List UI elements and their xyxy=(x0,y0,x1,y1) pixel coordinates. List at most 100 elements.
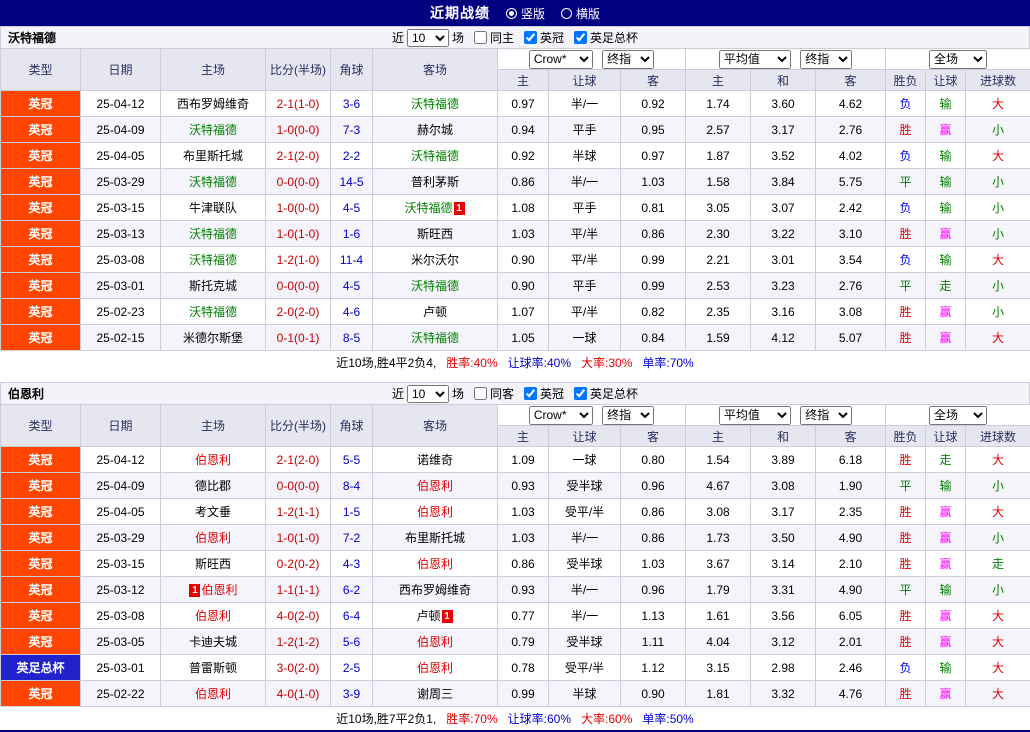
match-score[interactable]: 2-1(2-0) xyxy=(266,143,331,169)
team-link[interactable]: 米德尔斯堡 xyxy=(183,331,243,345)
team-link[interactable]: 伯恩利 xyxy=(201,583,237,597)
team-link[interactable]: 布里斯托城 xyxy=(405,531,465,545)
match-score[interactable]: 1-1(1-1) xyxy=(266,577,331,603)
average-stage-select[interactable]: 终指 xyxy=(800,406,852,425)
goals-result: 大 xyxy=(966,655,1030,681)
team-link[interactable]: 斯旺西 xyxy=(195,557,231,571)
team-link[interactable]: 伯恩利 xyxy=(417,635,453,649)
cup-checkbox[interactable] xyxy=(574,387,587,400)
match-count-select[interactable]: 10 xyxy=(407,29,449,47)
team-link[interactable]: 西布罗姆维奇 xyxy=(177,97,249,111)
team-link[interactable]: 普利茅斯 xyxy=(411,175,459,189)
col-goals-header: 进球数 xyxy=(966,426,1030,447)
team-link[interactable]: 斯旺西 xyxy=(417,227,453,241)
team-link[interactable]: 伯恩利 xyxy=(195,453,231,467)
team-link[interactable]: 伯恩利 xyxy=(417,557,453,571)
handicap-result: 输 xyxy=(926,169,966,195)
team-link[interactable]: 谢周三 xyxy=(417,687,453,701)
match-score[interactable]: 2-1(1-0) xyxy=(266,91,331,117)
euro-away-odds: 6.05 xyxy=(816,603,886,629)
bookmaker-select[interactable]: Crow* xyxy=(529,406,593,425)
euro-home-odds: 3.08 xyxy=(686,499,751,525)
league-checkbox[interactable] xyxy=(524,387,537,400)
match-score[interactable]: 1-0(0-0) xyxy=(266,195,331,221)
match-score[interactable]: 1-2(1-2) xyxy=(266,629,331,655)
same-venue-checkbox[interactable] xyxy=(474,31,487,44)
team-link[interactable]: 诺维奇 xyxy=(417,453,453,467)
match-score[interactable]: 0-0(0-0) xyxy=(266,273,331,299)
team-link[interactable]: 伯恩利 xyxy=(195,609,231,623)
same-venue-checkbox[interactable] xyxy=(474,387,487,400)
team-link[interactable]: 普雷斯顿 xyxy=(189,661,237,675)
match-score[interactable]: 2-1(2-0) xyxy=(266,447,331,473)
team-link[interactable]: 伯恩利 xyxy=(195,531,231,545)
team-link[interactable]: 沃特福德 xyxy=(411,149,459,163)
team-link[interactable]: 沃特福德 xyxy=(189,253,237,267)
team-link[interactable]: 伯恩利 xyxy=(195,687,231,701)
bookmaker-stage-select[interactable]: 终指 xyxy=(602,50,654,69)
team-link[interactable]: 伯恩利 xyxy=(417,661,453,675)
team-link[interactable]: 斯托克城 xyxy=(189,279,237,293)
match-score[interactable]: 3-0(2-0) xyxy=(266,655,331,681)
team-link[interactable]: 德比郡 xyxy=(195,479,231,493)
match-score[interactable]: 0-0(0-0) xyxy=(266,169,331,195)
match-score[interactable]: 1-2(1-0) xyxy=(266,247,331,273)
match-count-select[interactable]: 10 xyxy=(407,385,449,403)
handicap-result: 输 xyxy=(926,247,966,273)
col-home-header: 主场 xyxy=(161,405,266,447)
summary-win-rate: 胜率:40% xyxy=(446,354,497,371)
asian-handicap-line: 一球 xyxy=(549,325,621,351)
team-link[interactable]: 卢顿 xyxy=(423,305,447,319)
team-link[interactable]: 沃特福德 xyxy=(404,201,452,215)
match-score[interactable]: 4-0(2-0) xyxy=(266,603,331,629)
team-link[interactable]: 卢顿 xyxy=(416,609,440,623)
match-score[interactable]: 1-2(1-1) xyxy=(266,499,331,525)
handicap-result: 赢 xyxy=(926,629,966,655)
team-link[interactable]: 沃特福德 xyxy=(189,305,237,319)
match-score[interactable]: 0-1(0-1) xyxy=(266,325,331,351)
match-score[interactable]: 1-0(1-0) xyxy=(266,221,331,247)
home-team-cell: 1伯恩利 xyxy=(161,577,266,603)
match-score[interactable]: 1-0(0-0) xyxy=(266,117,331,143)
average-select[interactable]: 平均值 xyxy=(719,50,791,69)
team-link[interactable]: 沃特福德 xyxy=(411,97,459,111)
team-link[interactable]: 赫尔城 xyxy=(417,123,453,137)
bookmaker-stage-select[interactable]: 终指 xyxy=(602,406,654,425)
cup-label: 英足总杯 xyxy=(590,385,638,402)
team-link[interactable]: 伯恩利 xyxy=(417,505,453,519)
match-score[interactable]: 2-0(2-0) xyxy=(266,299,331,325)
team-link[interactable]: 伯恩利 xyxy=(417,479,453,493)
match-score[interactable]: 0-2(0-2) xyxy=(266,551,331,577)
asian-away-odds: 0.84 xyxy=(621,325,686,351)
team-link[interactable]: 沃特福德 xyxy=(189,123,237,137)
team-link[interactable]: 沃特福德 xyxy=(411,279,459,293)
match-result: 胜 xyxy=(886,499,926,525)
league-checkbox[interactable] xyxy=(524,31,537,44)
team-link[interactable]: 米尔沃尔 xyxy=(411,253,459,267)
cup-checkbox[interactable] xyxy=(574,31,587,44)
team-link[interactable]: 牛津联队 xyxy=(189,201,237,215)
handicap-result: 输 xyxy=(926,473,966,499)
scope-select[interactable]: 全场 xyxy=(929,50,987,69)
team-link[interactable]: 布里斯托城 xyxy=(183,149,243,163)
match-row: 英冠25-03-08沃特福德1-2(1-0)11-4米尔沃尔0.90平/半0.9… xyxy=(1,247,1030,273)
average-select[interactable]: 平均值 xyxy=(719,406,791,425)
team-link[interactable]: 卡迪夫城 xyxy=(189,635,237,649)
team-link[interactable]: 沃特福德 xyxy=(189,227,237,241)
average-stage-select[interactable]: 终指 xyxy=(800,50,852,69)
layout-radio-horizontal[interactable]: 横版 xyxy=(561,5,600,22)
asian-handicap-line: 平/半 xyxy=(549,299,621,325)
match-score[interactable]: 4-0(1-0) xyxy=(266,681,331,707)
match-score[interactable]: 0-0(0-0) xyxy=(266,473,331,499)
layout-radio-vertical[interactable]: 竖版 xyxy=(506,5,545,22)
scope-select[interactable]: 全场 xyxy=(929,406,987,425)
asian-home-odds: 0.97 xyxy=(498,91,549,117)
bookmaker-select[interactable]: Crow* xyxy=(529,50,593,69)
match-score[interactable]: 1-0(1-0) xyxy=(266,525,331,551)
team-link[interactable]: 沃特福德 xyxy=(411,331,459,345)
team-link[interactable]: 沃特福德 xyxy=(189,175,237,189)
league-type-badge: 英冠 xyxy=(1,273,81,299)
team-link[interactable]: 考文垂 xyxy=(195,505,231,519)
team-link[interactable]: 西布罗姆维奇 xyxy=(399,583,471,597)
asian-away-odds: 1.03 xyxy=(621,551,686,577)
